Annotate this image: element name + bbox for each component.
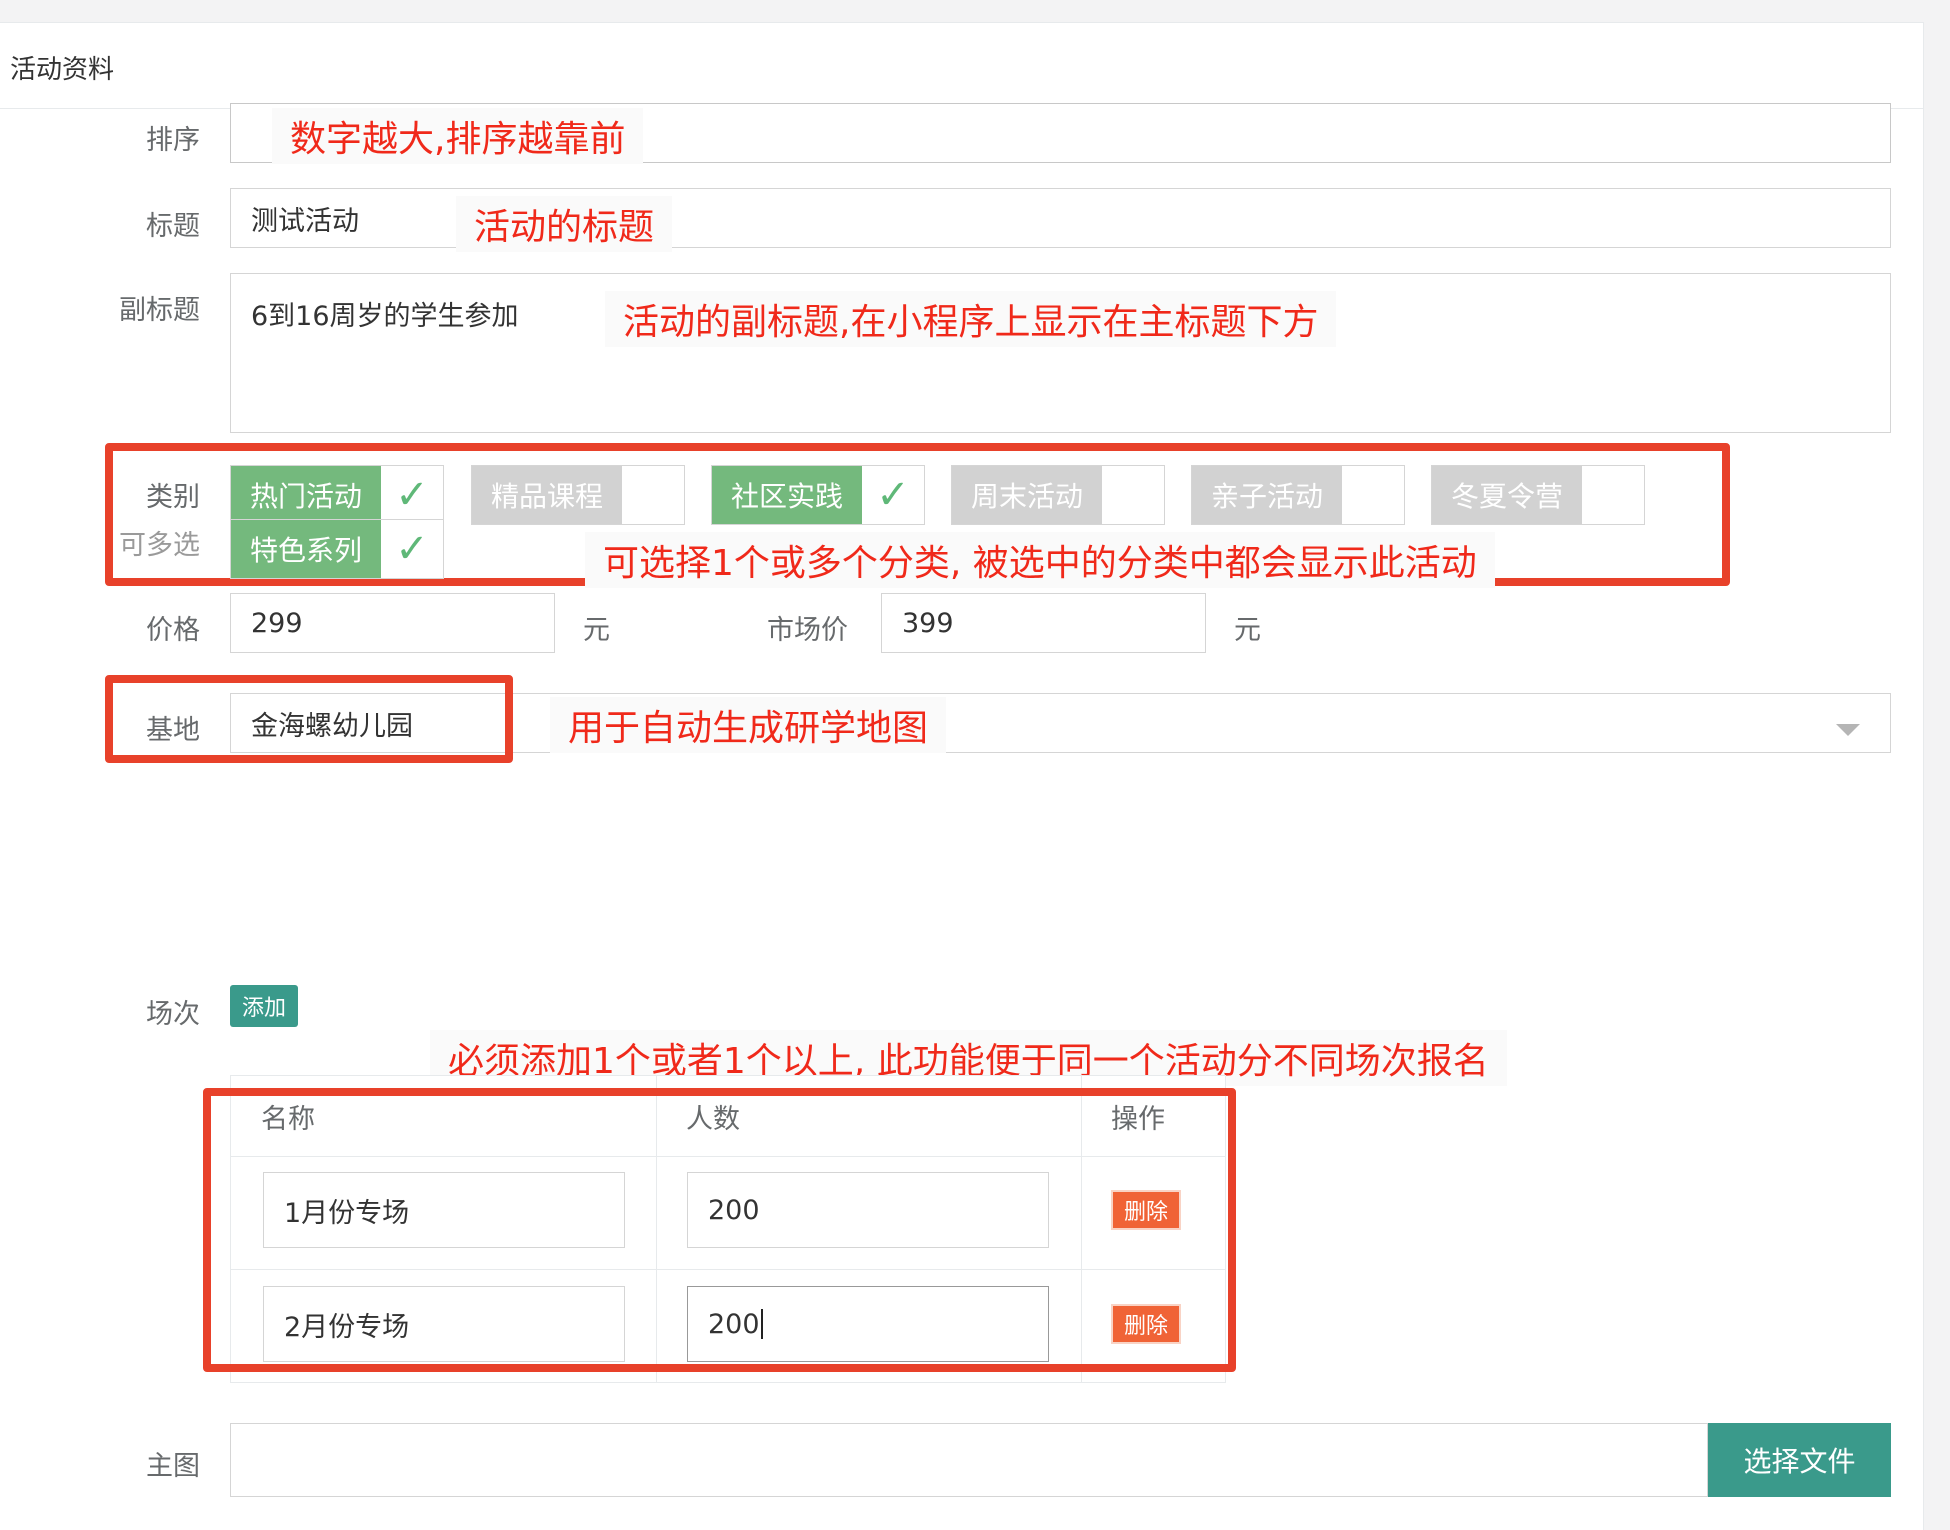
category-option-label: 热门活动 xyxy=(231,466,381,524)
category-label: 类别 xyxy=(146,482,200,513)
category-option-label: 冬夏令营 xyxy=(1432,466,1582,524)
sort-label: 排序 xyxy=(146,125,200,156)
category-option-label: 社区实践 xyxy=(712,466,862,524)
category-option-featured[interactable]: 特色系列 ✓ xyxy=(230,519,444,579)
checkmark-icon: ✓ xyxy=(395,526,429,572)
base-label: 基地 xyxy=(146,715,200,746)
market-price-label: 市场价 xyxy=(767,615,848,646)
main-image-file-input[interactable] xyxy=(230,1423,1708,1497)
checkmark-icon: ✓ xyxy=(395,472,429,518)
price-input[interactable]: 299 xyxy=(230,593,555,653)
price-label: 价格 xyxy=(146,615,200,646)
price-unit: 元 xyxy=(583,615,610,646)
category-option-label: 精品课程 xyxy=(472,466,622,524)
sessions-label: 场次 xyxy=(146,999,200,1030)
market-price-input[interactable]: 399 xyxy=(881,593,1206,653)
title-label: 标题 xyxy=(146,211,200,242)
add-session-button[interactable]: 添加 xyxy=(230,985,298,1027)
sessions-highlight-box xyxy=(203,1088,1236,1372)
category-option-camp[interactable]: 冬夏令营 xyxy=(1431,465,1645,525)
category-multi-hint: 可多选 xyxy=(119,530,200,561)
sort-annotation: 数字越大,排序越靠前 xyxy=(272,108,644,164)
base-annotation: 用于自动生成研学地图 xyxy=(550,697,947,753)
subtitle-label: 副标题 xyxy=(119,295,200,326)
category-option-label: 亲子活动 xyxy=(1192,466,1342,524)
market-price-unit: 元 xyxy=(1234,615,1261,646)
panel-header: 活动资料 xyxy=(0,23,1923,109)
category-option-label: 周末活动 xyxy=(952,466,1102,524)
main-image-label: 主图 xyxy=(146,1451,200,1482)
title-annotation: 活动的标题 xyxy=(456,196,673,252)
category-option-family[interactable]: 亲子活动 xyxy=(1191,465,1405,525)
choose-file-button[interactable]: 选择文件 xyxy=(1708,1423,1891,1497)
category-option-hot[interactable]: 热门活动 ✓ xyxy=(230,465,444,525)
category-option-community[interactable]: 社区实践 ✓ xyxy=(711,465,925,525)
category-annotation: 可选择1个或多个分类, 被选中的分类中都会显示此活动 xyxy=(585,532,1495,588)
category-option-label: 特色系列 xyxy=(231,520,381,578)
subtitle-annotation: 活动的副标题,在小程序上显示在主标题下方 xyxy=(605,291,1337,347)
category-option-premium[interactable]: 精品课程 xyxy=(471,465,685,525)
category-option-weekend[interactable]: 周末活动 xyxy=(951,465,1165,525)
panel-title: 活动资料 xyxy=(10,55,115,85)
checkmark-icon: ✓ xyxy=(876,472,910,518)
chevron-down-icon xyxy=(1836,724,1860,736)
